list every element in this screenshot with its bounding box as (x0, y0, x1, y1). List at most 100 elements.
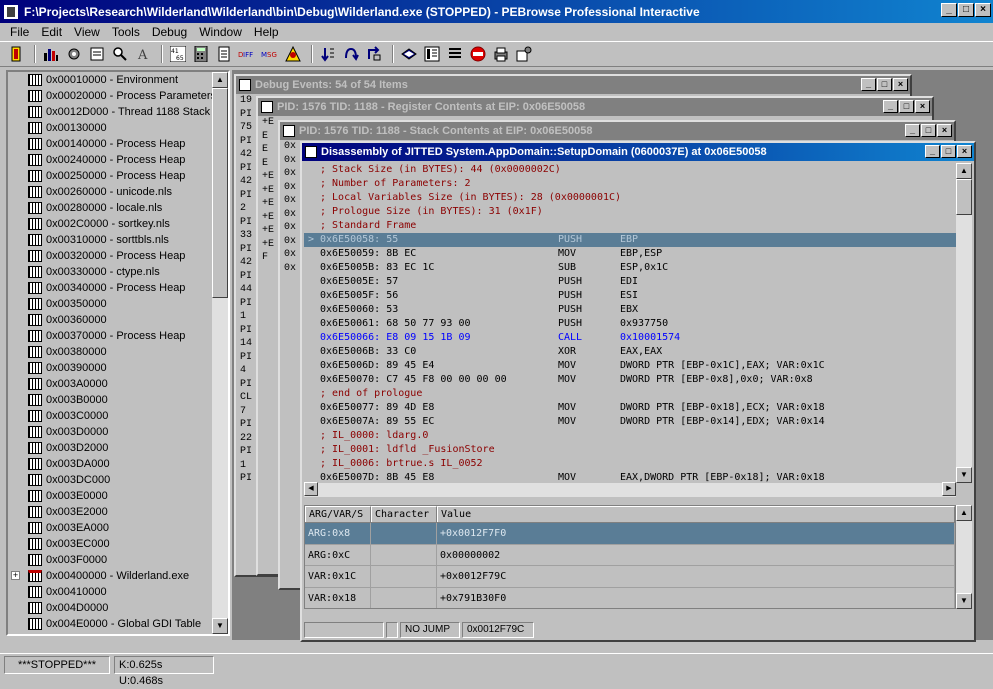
comment-line[interactable]: ; end of prologue (304, 387, 956, 401)
diff-icon[interactable]: D IFF (237, 45, 257, 63)
tree-item[interactable]: 0x003D2000 (8, 440, 228, 456)
comment-line[interactable]: ; IL_0000: ldarg.0 (304, 429, 956, 443)
scroll-down-button[interactable]: ▼ (956, 467, 972, 483)
instruction-line[interactable]: 0x6E5005B: 83 EC 1C SUB ESP,0x1C (304, 261, 956, 275)
comment-line[interactable]: ; IL_0001: ldfld _FusionStore (304, 443, 956, 457)
tree-item[interactable]: 0x00340000 - Process Heap (8, 280, 228, 296)
close-button[interactable]: × (957, 145, 972, 158)
column-header-value[interactable]: Value (437, 506, 955, 522)
tree-item[interactable]: 0x00010000 - Environment (8, 72, 228, 88)
tree-item[interactable]: 0x003C0000 (8, 408, 228, 424)
minimize-button[interactable]: _ (925, 145, 940, 158)
debug-events-titlebar[interactable]: Debug Events: 54 of 54 Items _ □ × (236, 76, 910, 94)
column-header-name[interactable]: ARG/VAR/S (305, 506, 371, 522)
scroll-left-button[interactable]: ◀ (304, 482, 318, 496)
tree-item[interactable]: 0x003DC000 (8, 472, 228, 488)
hex-convert-icon[interactable]: 41 65 (168, 45, 188, 63)
tree-item[interactable]: 0x00240000 - Process Heap (8, 152, 228, 168)
tree-item[interactable]: 0x003EA000 (8, 520, 228, 536)
search-icon[interactable] (110, 45, 130, 63)
registers-titlebar[interactable]: PID: 1576 TID: 1188 - Register Contents … (258, 98, 932, 116)
scroll-down-button[interactable]: ▼ (956, 593, 972, 609)
expand-icon[interactable]: + (11, 571, 20, 580)
minimize-button[interactable]: _ (941, 3, 957, 17)
minimize-button[interactable]: _ (861, 78, 876, 91)
disassembly-vertical-scrollbar[interactable]: ▲ ▼ (956, 163, 972, 483)
lines-icon[interactable] (445, 45, 465, 63)
tree-item[interactable]: 0x00310000 - sorttbls.nls (8, 232, 228, 248)
step-over-icon[interactable] (341, 45, 361, 63)
properties-icon[interactable] (87, 45, 107, 63)
tree-item[interactable]: 0x00260000 - unicode.nls (8, 184, 228, 200)
stop-icon[interactable] (468, 45, 488, 63)
grid-vertical-scrollbar[interactable]: ▲ ▼ (956, 505, 972, 609)
printer-icon[interactable] (491, 45, 511, 63)
instruction-line[interactable]: 0x6E50070: C7 45 F8 00 00 00 00 MOV DWORD … (304, 373, 956, 387)
close-button[interactable]: × (975, 3, 991, 17)
tree-item[interactable]: 0x00330000 - ctype.nls (8, 264, 228, 280)
tree-item[interactable]: 0x00410000 (8, 584, 228, 600)
instruction-line[interactable]: 0x6E50077: 89 4D E8 MOV DWORD PTR [EBP-0x1… (304, 401, 956, 415)
tree-item[interactable]: 0x00360000 (8, 312, 228, 328)
menu-edit[interactable]: Edit (35, 25, 68, 39)
variables-grid[interactable]: ARG/VAR/S Character Value ARG:0x8 +0x0012… (304, 505, 956, 609)
instruction-line[interactable]: 0x6E5007A: 89 55 EC MOV DWORD PTR [EBP-0x1… (304, 415, 956, 429)
column-header-character[interactable]: Character (371, 506, 437, 522)
tree-item[interactable]: 0x00320000 - Process Heap (8, 248, 228, 264)
comment-line[interactable]: ; Local Variables Size (in BYTES): 28 (0… (304, 191, 956, 205)
menu-view[interactable]: View (68, 25, 106, 39)
comment-line[interactable]: ; Prologue Size (in BYTES): 31 (0x1F) (304, 205, 956, 219)
menu-debug[interactable]: Debug (146, 25, 193, 39)
tree-item[interactable]: 0x0012D000 - Thread 1188 Stack A (8, 104, 228, 120)
instruction-line[interactable]: 0x6E50059: 8B EC MOV EBP,ESP (304, 247, 956, 261)
app-icon[interactable] (4, 4, 18, 19)
scroll-up-button[interactable]: ▲ (956, 163, 972, 179)
scroll-right-button[interactable]: ▶ (942, 482, 956, 496)
scroll-up-button[interactable]: ▲ (212, 72, 228, 88)
menu-tools[interactable]: Tools (106, 25, 146, 39)
tree-scrollbar[interactable]: ▲ ▼ (212, 72, 228, 634)
maximize-button[interactable]: □ (899, 100, 914, 113)
tree-item[interactable]: 0x004D0000 (8, 600, 228, 616)
user-icon[interactable] (283, 45, 303, 63)
instruction-line[interactable]: 0x6E5005F: 56 PUSH ESI (304, 289, 956, 303)
book-icon[interactable] (399, 45, 419, 63)
tree-item[interactable]: 0x00350000 (8, 296, 228, 312)
tree-item[interactable]: 0x00250000 - Process Heap (8, 168, 228, 184)
grid-row[interactable]: ARG:0xC 0x00000002 (305, 544, 955, 566)
grid-row[interactable]: VAR:0x18 +0x791B30F0 (305, 587, 955, 608)
close-button[interactable]: × (893, 78, 908, 91)
scroll-down-button[interactable]: ▼ (212, 618, 228, 634)
calculator-icon[interactable] (191, 45, 211, 63)
tree-item[interactable]: 0x00020000 - Process Parameters (8, 88, 228, 104)
comment-line[interactable]: ; Stack Size (in BYTES): 44 (0x0000002C) (304, 163, 956, 177)
tree-item[interactable]: 0x00130000 (8, 120, 228, 136)
minimize-button[interactable]: _ (905, 124, 920, 137)
comment-line[interactable]: ; Number of Parameters: 2 (304, 177, 956, 191)
instruction-line[interactable]: 0x6E5006D: 89 45 E4 MOV DWORD PTR [EBP-0x1… (304, 359, 956, 373)
disassembly-listing[interactable]: ; Stack Size (in BYTES): 44 (0x0000002C)… (304, 163, 956, 483)
settings-icon[interactable] (514, 45, 534, 63)
document-icon[interactable] (214, 45, 234, 63)
minimize-button[interactable]: _ (883, 100, 898, 113)
instruction-line[interactable]: 0x6E5005E: 57 PUSH EDI (304, 275, 956, 289)
grid-row[interactable]: VAR:0x1C +0x0012F79C (305, 566, 955, 588)
tree-item[interactable]: 0x00140000 - Process Heap (8, 136, 228, 152)
tree-item[interactable]: 0x00380000 (8, 344, 228, 360)
disassembly-titlebar[interactable]: Disassembly of JITTED System.AppDomain::… (302, 143, 974, 161)
tree-item[interactable]: 0x003E2000 (8, 504, 228, 520)
list-icon[interactable] (422, 45, 442, 63)
tree-item[interactable]: 0x003B0000 (8, 392, 228, 408)
maximize-button[interactable]: □ (941, 145, 956, 158)
tree-item[interactable]: +0x00400000 - Wilderland.exe (8, 568, 228, 584)
comment-line[interactable]: ; Standard Frame (304, 219, 956, 233)
font-icon[interactable]: A (133, 45, 153, 63)
compare-icon[interactable]: M SG (260, 45, 280, 63)
close-button[interactable]: × (937, 124, 952, 137)
stack-titlebar[interactable]: PID: 1576 TID: 1188 - Stack Contents at … (280, 122, 954, 140)
step-into-icon[interactable] (318, 45, 338, 63)
comment-line[interactable]: ; IL_0006: brtrue.s IL_0052 (304, 457, 956, 471)
tree-item[interactable]: 0x004E0000 - Global GDI Table (8, 616, 228, 632)
maximize-button[interactable]: □ (877, 78, 892, 91)
tree-item[interactable]: 0x002C0000 - sortkey.nls (8, 216, 228, 232)
